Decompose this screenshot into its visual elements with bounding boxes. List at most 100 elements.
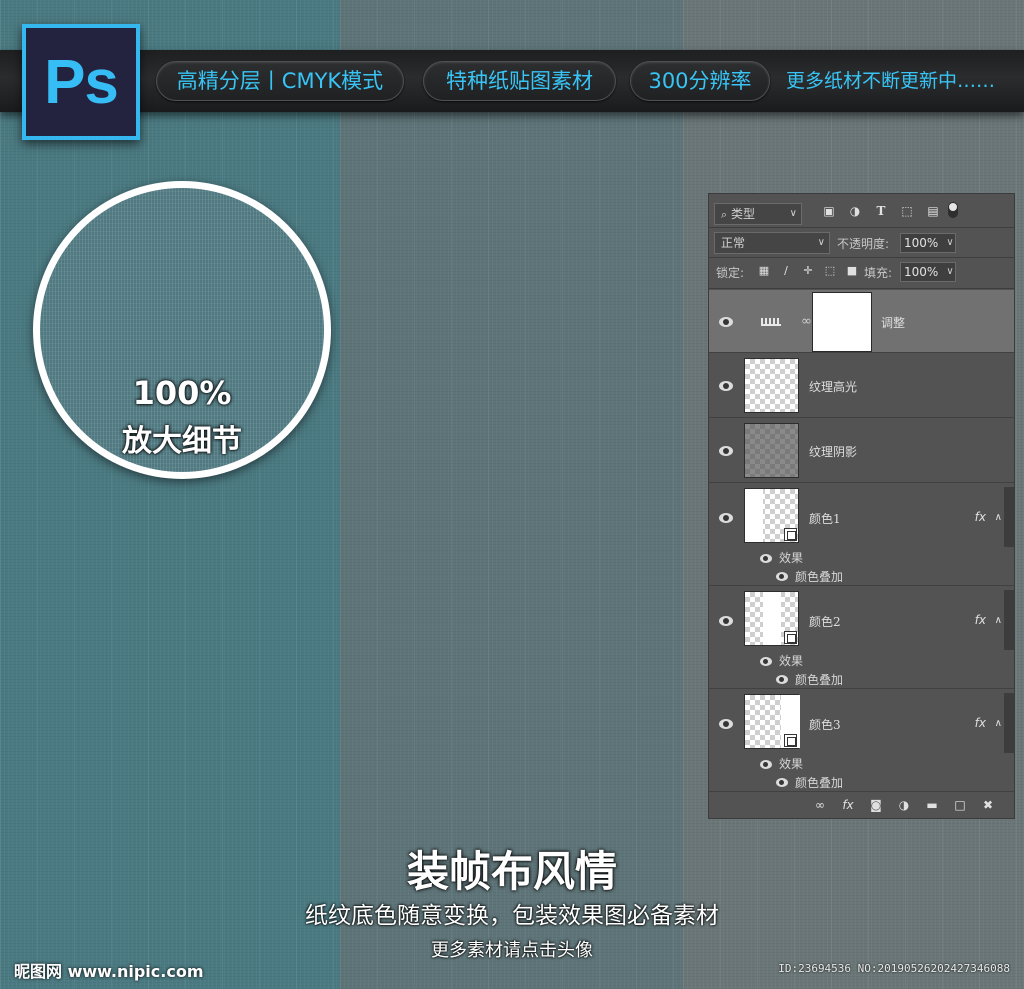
main-title: 装帧布风情 <box>406 847 617 896</box>
magnifier-circle: 100% 放大细节 <box>33 181 331 479</box>
effects-label: 效果 <box>779 654 804 668</box>
fill-input[interactable]: 100% ∨ <box>900 262 956 282</box>
chevron-down-icon[interactable]: ∨ <box>943 234 957 252</box>
chevron-down-icon[interactable]: ∨ <box>943 263 957 281</box>
layers-panel: ⌕ 类型 ∨ ▣ ◑ T ⬚ ▤ 正常 ∨ 不透明度: 100% ∨ 锁定: ▦… <box>708 193 1015 819</box>
add-layer-style-icon[interactable]: fx <box>840 797 856 813</box>
lock-paint-icon[interactable]: ∕ <box>779 263 793 277</box>
layer-row-adjustment[interactable]: ∞ 调整 <box>709 290 1014 353</box>
effect-color-overlay[interactable]: 颜色叠加 <box>795 671 843 688</box>
add-mask-icon[interactable]: ◙ <box>868 797 884 813</box>
chevron-up-icon[interactable]: ∧ <box>995 512 1002 523</box>
new-group-folder-icon[interactable]: ▬ <box>924 797 940 813</box>
fx-icon[interactable]: fx <box>975 613 986 627</box>
layer-name: 纹理阴影 <box>809 445 858 459</box>
chevron-up-icon[interactable]: ∧ <box>995 718 1002 729</box>
smart-object-badge-icon <box>784 528 797 541</box>
visibility-eye-icon[interactable] <box>719 317 733 327</box>
lock-all-icon[interactable]: ■ <box>845 263 859 277</box>
layer-thumbnail <box>744 694 800 749</box>
visibility-eye-icon[interactable] <box>719 446 733 456</box>
layer-row-texture-highlight[interactable]: 纹理高光 <box>709 353 1014 418</box>
filter-kind-value: 类型 <box>731 207 756 221</box>
magnifier-label: 放大细节 <box>122 424 242 459</box>
new-adjustment-layer-icon[interactable]: ◑ <box>896 797 912 813</box>
photoshop-logo-icon: Ps <box>22 24 140 140</box>
lock-label: 锁定: <box>716 266 745 280</box>
logo-text: Ps <box>44 47 119 117</box>
fill-label: 填充: <box>864 266 893 280</box>
feature-pill-layers: 高精分层丨CMYK模式 <box>156 61 404 101</box>
layer-mask-thumbnail[interactable] <box>812 292 872 352</box>
layer-name: 颜色3 <box>809 718 841 732</box>
opacity-input[interactable]: 100% ∨ <box>900 233 956 253</box>
fill-value: 100% <box>904 265 939 279</box>
layer-filter-select[interactable]: ⌕ 类型 ∨ <box>714 203 802 225</box>
opacity-value: 100% <box>904 236 939 250</box>
thumbnail-fill <box>763 592 781 645</box>
effects-label: 效果 <box>779 757 804 771</box>
layer-thumbnail <box>744 423 799 478</box>
feature-pill-resolution: 300分辨率 <box>630 61 770 101</box>
link-icon[interactable]: ∞ <box>801 314 812 329</box>
shape-filter-icon[interactable]: ⬚ <box>899 203 915 219</box>
lock-transparency-icon[interactable]: ▦ <box>757 263 771 277</box>
scrollbar[interactable] <box>1004 487 1014 547</box>
divider <box>709 227 1014 228</box>
blend-mode-value: 正常 <box>721 236 746 250</box>
smart-object-badge-icon <box>784 734 797 747</box>
effects-visibility-eye-icon[interactable] <box>760 657 772 666</box>
search-icon: ⌕ <box>721 208 728 221</box>
chevron-up-icon[interactable]: ∧ <box>995 615 1002 626</box>
visibility-eye-icon[interactable] <box>719 381 733 391</box>
effect-visibility-eye-icon[interactable] <box>776 778 788 787</box>
blend-mode-select[interactable]: 正常 ∨ <box>714 232 830 254</box>
visibility-eye-icon[interactable] <box>719 616 733 626</box>
site-watermark: 昵图网 www.nipic.com <box>14 962 204 981</box>
lock-artboard-icon[interactable]: ⬚ <box>823 263 837 277</box>
delete-trash-icon[interactable]: ✖ <box>980 797 996 813</box>
layer-row-color-2[interactable]: 颜色2 fx ∧ 效果 颜色叠加 <box>709 586 1014 689</box>
fx-icon[interactable]: fx <box>975 716 986 730</box>
pixel-filter-icon[interactable]: ▣ <box>821 203 837 219</box>
layer-row-texture-shadow[interactable]: 纹理阴影 <box>709 418 1014 483</box>
chevron-down-icon: ∨ <box>789 208 797 219</box>
layer-name: 颜色2 <box>809 615 841 629</box>
image-id-text: ID:23694536 NO:20190526202427346088 <box>778 962 1010 975</box>
scrollbar[interactable] <box>1004 590 1014 650</box>
feature-pill-texture: 特种纸贴图素材 <box>423 61 616 101</box>
levels-adjustment-icon <box>761 316 781 326</box>
layer-name: 纹理高光 <box>809 380 858 394</box>
fx-icon[interactable]: fx <box>975 510 986 524</box>
smart-object-filter-icon[interactable]: ▤ <box>925 203 941 219</box>
scrollbar[interactable] <box>1004 693 1014 753</box>
effect-visibility-eye-icon[interactable] <box>776 572 788 581</box>
thumbnail-fill <box>745 489 763 542</box>
filter-icons: ▣ ◑ T ⬚ ▤ <box>821 203 941 219</box>
layer-thumbnail <box>744 488 799 543</box>
layer-row-color-1[interactable]: 颜色1 fx ∧ 效果 颜色叠加 <box>709 483 1014 586</box>
link-layers-icon[interactable]: ∞ <box>812 797 828 813</box>
effect-color-overlay[interactable]: 颜色叠加 <box>795 774 843 791</box>
smart-object-badge-icon <box>784 631 797 644</box>
layers-panel-footer: ∞ fx ◙ ◑ ▬ □ ✖ <box>709 792 1014 818</box>
adjustment-filter-icon[interactable]: ◑ <box>847 203 863 219</box>
divider <box>709 257 1014 258</box>
magnifier-percent: 100% <box>132 374 232 412</box>
new-layer-icon[interactable]: □ <box>952 797 968 813</box>
type-filter-icon[interactable]: T <box>873 203 889 219</box>
lock-position-icon[interactable]: ✛ <box>801 263 815 277</box>
filter-toggle[interactable] <box>948 202 958 218</box>
effects-visibility-eye-icon[interactable] <box>760 760 772 769</box>
divider <box>709 288 1014 289</box>
visibility-eye-icon[interactable] <box>719 513 733 523</box>
layer-thumbnail <box>744 358 799 413</box>
subtitle: 纸纹底色随意变换，包装效果图必备素材 <box>305 903 719 929</box>
layer-thumbnail <box>744 591 799 646</box>
footer-icons: ∞ fx ◙ ◑ ▬ □ ✖ <box>812 797 996 813</box>
effect-visibility-eye-icon[interactable] <box>776 675 788 684</box>
visibility-eye-icon[interactable] <box>719 719 733 729</box>
effect-color-overlay[interactable]: 颜色叠加 <box>795 568 843 585</box>
layer-row-color-3[interactable]: 颜色3 fx ∧ 效果 颜色叠加 <box>709 689 1014 792</box>
effects-visibility-eye-icon[interactable] <box>760 554 772 563</box>
